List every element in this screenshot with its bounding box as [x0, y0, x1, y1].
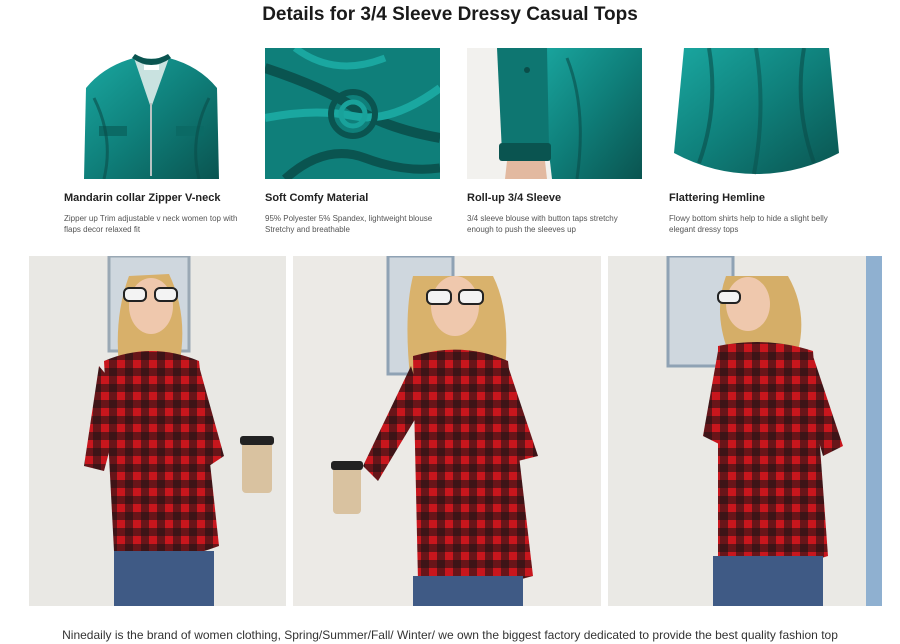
hemline-photo [669, 48, 844, 179]
detail-description: 95% Polyester 5% Spandex, lightweight bl… [265, 214, 433, 234]
footer-brand-text: Ninedaily is the brand of women clothing… [62, 628, 838, 642]
detail-sleeve: Roll-up 3/4 Sleeve 3/4 sleeve blouse wit… [467, 48, 645, 235]
detail-heading: Mandarin collar Zipper V-neck [64, 192, 221, 204]
detail-heading: Flattering Hemline [669, 192, 765, 204]
model-front-photo [29, 256, 286, 606]
model-side-photo [293, 256, 601, 606]
fabric-swirl-photo [265, 48, 440, 179]
collar-closeup-photo [64, 48, 239, 179]
detail-description: Flowy bottom shirts help to hide a sligh… [669, 214, 828, 234]
sleeve-closeup-photo [467, 48, 642, 179]
detail-heading: Roll-up 3/4 Sleeve [467, 192, 562, 204]
detail-material: Soft Comfy Material 95% Polyester 5% Spa… [265, 48, 443, 235]
detail-heading: Soft Comfy Material [265, 192, 369, 204]
page-title: Details for 3/4 Sleeve Dressy Casual Top… [262, 4, 638, 25]
detail-hemline: Flattering Hemline Flowy bottom shirts h… [669, 48, 847, 235]
detail-description: Zipper up Trim adjustable v neck women t… [64, 214, 238, 234]
detail-description: 3/4 sleeve blouse with button taps stret… [467, 214, 618, 234]
model-back-photo [608, 256, 882, 606]
detail-collar: Mandarin collar Zipper V-neck Zipper up … [64, 48, 242, 235]
